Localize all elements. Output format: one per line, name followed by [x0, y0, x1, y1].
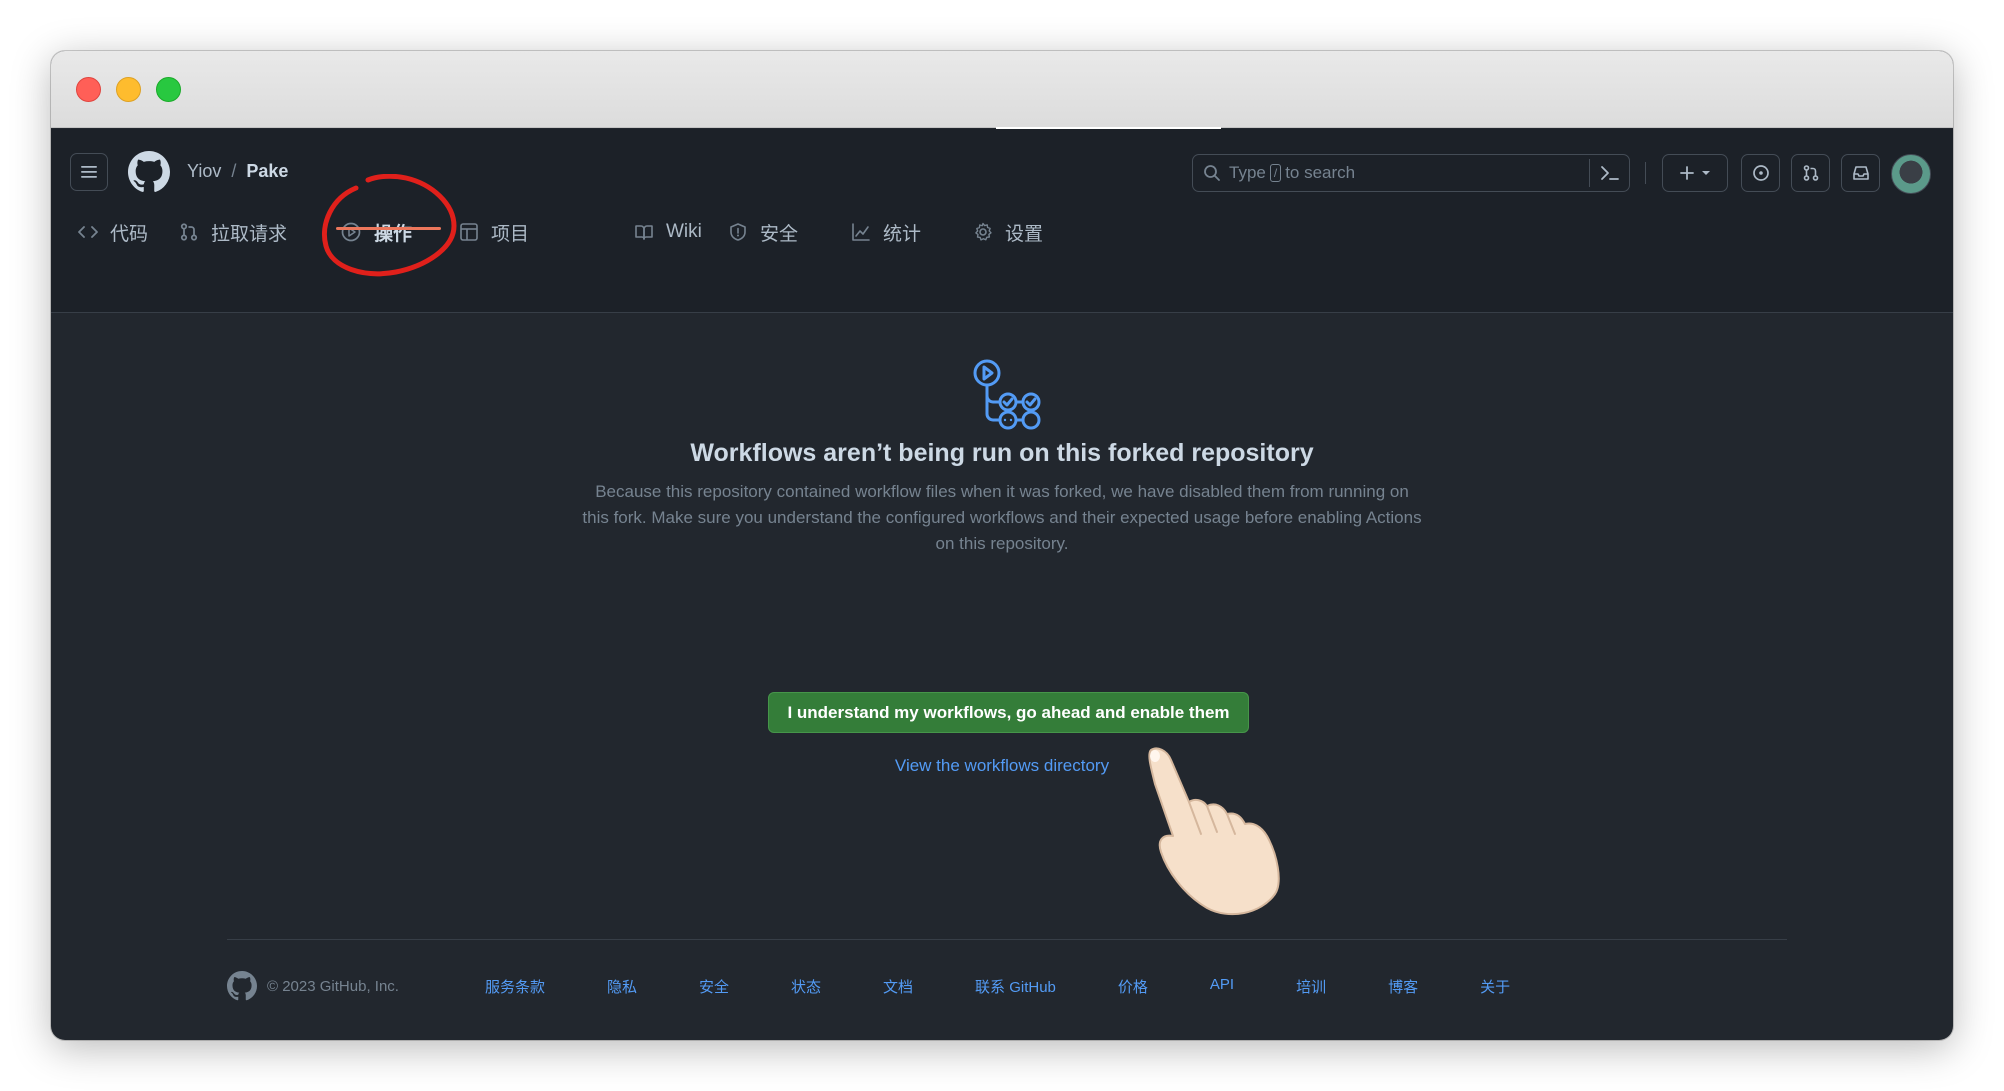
footer-link-pricing[interactable]: 价格 [1118, 976, 1148, 997]
pull-request-icon [180, 223, 198, 241]
breadcrumb-separator: / [231, 161, 237, 181]
workflow-icon [973, 359, 1041, 430]
gear-icon [975, 222, 992, 241]
terminal-icon [1600, 166, 1619, 180]
issue-opened-icon [1752, 165, 1769, 181]
actions-main: Workflows aren’t being run on this forke… [51, 314, 1953, 1040]
github-mark-icon[interactable] [227, 971, 257, 1001]
shield-icon [730, 223, 746, 241]
tab-security[interactable]: 安全 [728, 207, 798, 257]
pointing-hand-icon [1148, 747, 1280, 916]
command-palette-button[interactable] [1589, 159, 1629, 187]
book-icon [635, 225, 653, 240]
graph-icon [852, 223, 870, 241]
tab-label: 拉取请求 [211, 223, 288, 245]
github-logo-icon[interactable] [128, 151, 170, 193]
page-title: Workflows aren’t being run on this forke… [690, 439, 1314, 467]
tab-settings[interactable]: 设置 [973, 207, 1043, 257]
tab-label: 代码 [110, 223, 149, 245]
tab-label: 安全 [760, 223, 799, 245]
footer-link-training[interactable]: 培训 [1296, 976, 1326, 997]
issues-button[interactable] [1741, 154, 1780, 192]
minimize-window-button[interactable] [116, 77, 141, 102]
footer: © 2023 GitHub, Inc. 服务条款 隐私 安全 状态 文档 联系 … [227, 966, 1787, 1006]
footer-link-terms[interactable]: 服务条款 [485, 976, 545, 997]
breadcrumb: Yiov / Pake [187, 161, 288, 182]
footer-link-api[interactable]: API [1210, 976, 1234, 997]
pull-requests-button[interactable] [1791, 154, 1830, 192]
footer-link-status[interactable]: 状态 [791, 976, 821, 997]
breadcrumb-owner[interactable]: Yiov [187, 161, 221, 182]
window-titlebar [51, 51, 1953, 128]
avatar[interactable] [1891, 154, 1931, 194]
create-new-button[interactable] [1662, 154, 1728, 192]
tab-insights[interactable]: 统计 [851, 207, 921, 257]
enable-workflows-button[interactable]: I understand my workflows, go ahead and … [768, 692, 1249, 733]
footer-divider [227, 939, 1787, 940]
footer-copyright: © 2023 GitHub, Inc. [267, 977, 399, 995]
inbox-icon [1852, 166, 1869, 180]
menu-button[interactable] [70, 153, 108, 191]
tab-projects[interactable]: 项目 [459, 207, 529, 257]
tab-label: 项目 [491, 223, 530, 245]
header-divider [1645, 162, 1646, 184]
table-icon [460, 223, 478, 241]
close-window-button[interactable] [76, 77, 101, 102]
tab-label: Wiki [666, 221, 702, 242]
red-circle-annotation [322, 174, 457, 277]
workflows-directory-link[interactable]: View the workflows directory [51, 756, 1953, 776]
hamburger-icon [81, 166, 97, 178]
inbox-button[interactable] [1841, 154, 1880, 192]
footer-link-security[interactable]: 安全 [699, 976, 729, 997]
tab-pull-requests[interactable]: 拉取请求 [179, 207, 287, 257]
tab-wiki[interactable]: Wiki [634, 207, 702, 257]
caret-down-icon [1702, 171, 1710, 175]
footer-links: 服务条款 隐私 安全 状态 文档 联系 GitHub 价格 API 培训 博客 … [485, 976, 1572, 997]
tab-label: 统计 [883, 223, 922, 245]
footer-link-contact[interactable]: 联系 GitHub [975, 976, 1056, 997]
browser-window: Yiov / Pake Type / to search 代码 拉取请求 操作 … [51, 51, 1953, 1040]
code-icon [78, 226, 98, 238]
footer-link-privacy[interactable]: 隐私 [607, 976, 637, 997]
pull-request-icon [1803, 165, 1818, 181]
footer-link-blog[interactable]: 博客 [1388, 976, 1418, 997]
footer-link-about[interactable]: 关于 [1480, 976, 1510, 997]
workflows-directory-link-text[interactable]: View the workflows directory [895, 756, 1109, 775]
maximize-window-button[interactable] [156, 77, 181, 102]
tab-label: 设置 [1005, 223, 1044, 245]
search-shortcut-key: / [1269, 164, 1282, 182]
tab-code[interactable]: 代码 [78, 207, 148, 257]
search-input[interactable]: Type / to search [1192, 154, 1630, 192]
footer-link-docs[interactable]: 文档 [883, 976, 913, 997]
breadcrumb-repo[interactable]: Pake [246, 161, 288, 182]
search-placeholder-prefix: Type [1229, 163, 1266, 182]
search-icon [1204, 165, 1220, 181]
page-description: Because this repository contained workfl… [582, 482, 1422, 553]
plus-icon [1680, 166, 1694, 180]
search-placeholder-suffix: to search [1285, 163, 1356, 182]
